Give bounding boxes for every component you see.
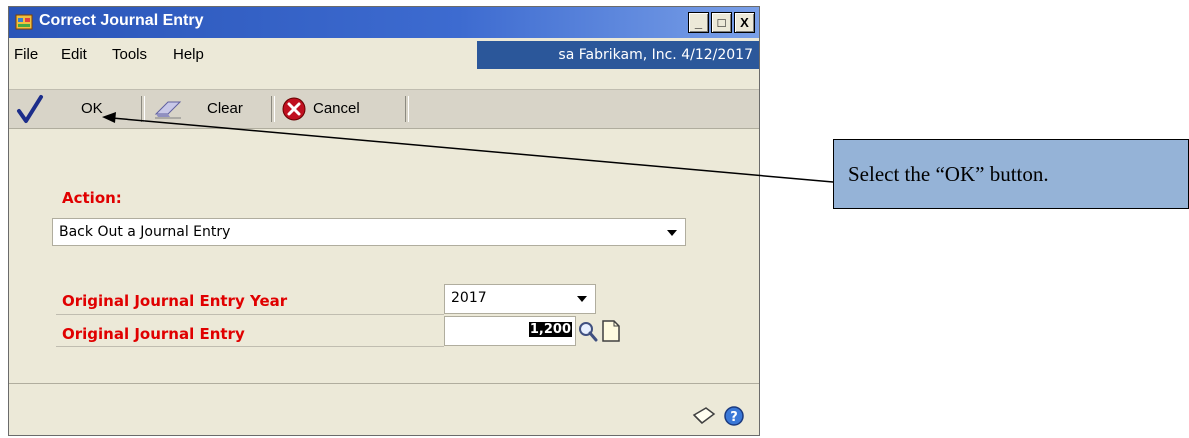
instruction-callout: Select the “OK” button. — [833, 139, 1189, 209]
callout-text: Select the “OK” button. — [848, 162, 1049, 186]
pointer-arrow — [102, 112, 834, 183]
